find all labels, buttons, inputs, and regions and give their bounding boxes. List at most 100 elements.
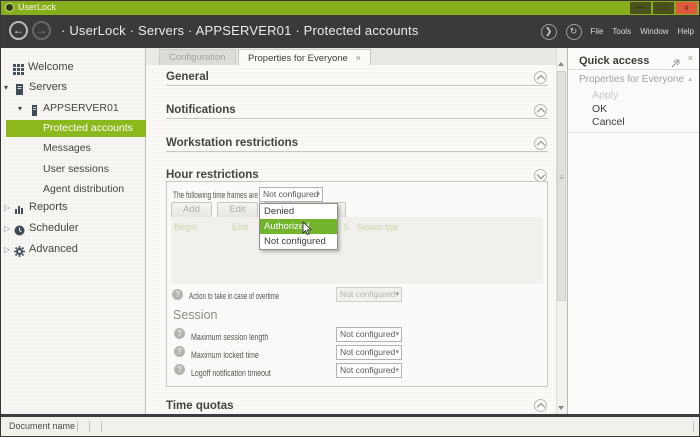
sidebar-item-user-sessions[interactable]: User sessions	[43, 161, 109, 178]
section-notifications: Notifications	[166, 104, 236, 116]
chevron-up-icon	[537, 403, 545, 411]
collapse-notifications-button[interactable]	[534, 104, 547, 117]
console-button[interactable]: ❯	[541, 24, 557, 40]
sidebar-item-scheduler[interactable]: Scheduler	[29, 220, 79, 237]
scheduler-collapse-icon[interactable]: ▷	[4, 224, 10, 233]
scroll-up-arrow[interactable]	[558, 62, 564, 66]
help-icon[interactable]: ?	[174, 364, 185, 375]
welcome-grid-icon	[13, 62, 24, 73]
chevron-down-icon: ▾	[395, 330, 399, 339]
collapse-workstation-button[interactable]	[534, 137, 547, 150]
chevron-up-icon	[537, 108, 545, 116]
sidebar-item-welcome[interactable]: Welcome	[28, 59, 74, 76]
advanced-collapse-icon[interactable]: ▷	[4, 245, 10, 254]
max-session-length-dropdown[interactable]: Not configured▾	[336, 327, 402, 342]
servers-expand-icon[interactable]: ▾	[4, 83, 8, 92]
scroll-down-arrow[interactable]	[558, 406, 564, 410]
max-locked-time-dropdown[interactable]: Not configured▾	[336, 345, 402, 360]
section-time-quotas: Time quotas	[166, 400, 234, 412]
menu-file[interactable]: File	[591, 27, 604, 36]
col-end: End	[232, 222, 248, 232]
status-separator	[693, 421, 694, 432]
forward-button[interactable]: →	[32, 21, 51, 40]
close-panel-icon[interactable]: ×	[688, 53, 693, 63]
option-not-configured[interactable]: Not configured	[260, 234, 337, 249]
tab-properties-for-everyone[interactable]: Properties for Everyone×	[238, 49, 371, 66]
tab-strip: Configuration Properties for Everyone×	[146, 48, 556, 65]
pin-icon[interactable]	[671, 55, 680, 73]
collapse-time-quotas-button[interactable]	[534, 399, 547, 412]
option-authorized[interactable]: Authorized	[260, 219, 337, 234]
maximize-button[interactable]: □	[653, 2, 674, 14]
option-denied[interactable]: Denied	[260, 204, 337, 219]
status-separator	[89, 421, 90, 432]
overtime-label: Action to take in case of overtime	[189, 291, 279, 301]
quick-access-group-title[interactable]: Properties for Everyone	[579, 74, 684, 85]
chevron-down-icon: ▾	[316, 190, 320, 199]
dropdown-value: Not configured	[340, 329, 395, 339]
collapse-group-icon[interactable]: ▴	[688, 75, 692, 83]
sidebar-item-messages[interactable]: Messages	[43, 140, 91, 157]
col-sunday: S	[343, 222, 349, 232]
max-locked-time-label: Maximum locked time	[191, 350, 259, 360]
clock-icon	[14, 223, 25, 234]
ok-button[interactable]: OK	[592, 103, 607, 115]
help-icon[interactable]: ?	[172, 289, 183, 300]
chevron-down-icon: ▾	[395, 290, 399, 299]
section-divider	[166, 151, 548, 152]
back-button[interactable]: ←	[9, 21, 28, 40]
divider	[568, 132, 699, 133]
time-frames-dropdown-list: Denied Authorized Not configured	[259, 203, 338, 250]
menu-window[interactable]: Window	[640, 27, 668, 36]
close-button[interactable]: x	[676, 2, 697, 14]
edit-button[interactable]: Edit	[217, 202, 258, 218]
status-separator	[101, 421, 102, 432]
console-icon: ❯	[545, 26, 553, 36]
sidebar-item-agent-distribution[interactable]: Agent distribution	[43, 181, 124, 198]
cancel-button[interactable]: Cancel	[592, 116, 625, 128]
appserver-expand-icon[interactable]: ▾	[18, 104, 22, 113]
time-frames-dropdown[interactable]: Not configured▾	[259, 187, 323, 202]
collapse-general-button[interactable]	[534, 71, 547, 84]
sidebar-item-protected-accounts[interactable]: Protected accounts	[43, 120, 133, 137]
help-icon[interactable]: ?	[174, 346, 185, 357]
reports-collapse-icon[interactable]: ▷	[4, 203, 10, 212]
refresh-icon: ↻	[570, 26, 578, 36]
chevron-up-icon	[537, 75, 545, 83]
menu-tools[interactable]: Tools	[612, 27, 631, 36]
divider	[568, 69, 699, 70]
sidebar-item-appserver01[interactable]: APPSERVER01	[43, 100, 119, 117]
tab-configuration[interactable]: Configuration	[159, 49, 236, 65]
userlock-logo-icon	[5, 3, 14, 12]
logoff-notification-timeout-label: Logoff notification timeout	[191, 368, 271, 378]
help-icon[interactable]: ?	[174, 328, 185, 339]
scrollbar-thumb[interactable]	[557, 71, 566, 301]
sidebar-item-advanced[interactable]: Advanced	[29, 241, 78, 258]
scrollbar-grip-icon: ≡	[556, 173, 567, 182]
server-icon	[29, 103, 40, 114]
minimize-button[interactable]: —	[630, 2, 651, 14]
add-button[interactable]: Add	[171, 202, 212, 218]
dropdown-value: Not configured	[340, 365, 395, 375]
gear-icon	[14, 244, 25, 255]
title-bar: UserLock — □ x	[1, 1, 699, 15]
status-document-name: Document name	[9, 421, 75, 431]
bar-chart-icon	[14, 202, 25, 213]
status-bar: Document name	[1, 417, 699, 436]
time-frames-label: The following time frames are	[173, 190, 258, 200]
refresh-button[interactable]: ↻	[566, 24, 582, 40]
userlock-window: UserLock — □ x ← → · UserLock · Servers …	[0, 0, 700, 437]
section-divider	[166, 118, 548, 119]
sidebar-item-reports[interactable]: Reports	[29, 199, 68, 216]
chevron-down-icon: ▾	[395, 366, 399, 375]
breadcrumb[interactable]: · UserLock · Servers · APPSERVER01 · Pro…	[61, 23, 419, 38]
sidebar-item-servers[interactable]: Servers	[29, 79, 67, 96]
menu-help[interactable]: Help	[678, 27, 694, 36]
section-hour-restrictions: Hour restrictions	[166, 169, 259, 181]
logoff-notification-dropdown[interactable]: Not configured▾	[336, 363, 402, 378]
tab-close-icon[interactable]: ×	[356, 53, 361, 63]
section-general: General	[166, 71, 209, 83]
back-icon: ←	[13, 23, 25, 37]
dropdown-value: Not configured	[340, 347, 395, 357]
window-title: UserLock	[18, 2, 56, 12]
